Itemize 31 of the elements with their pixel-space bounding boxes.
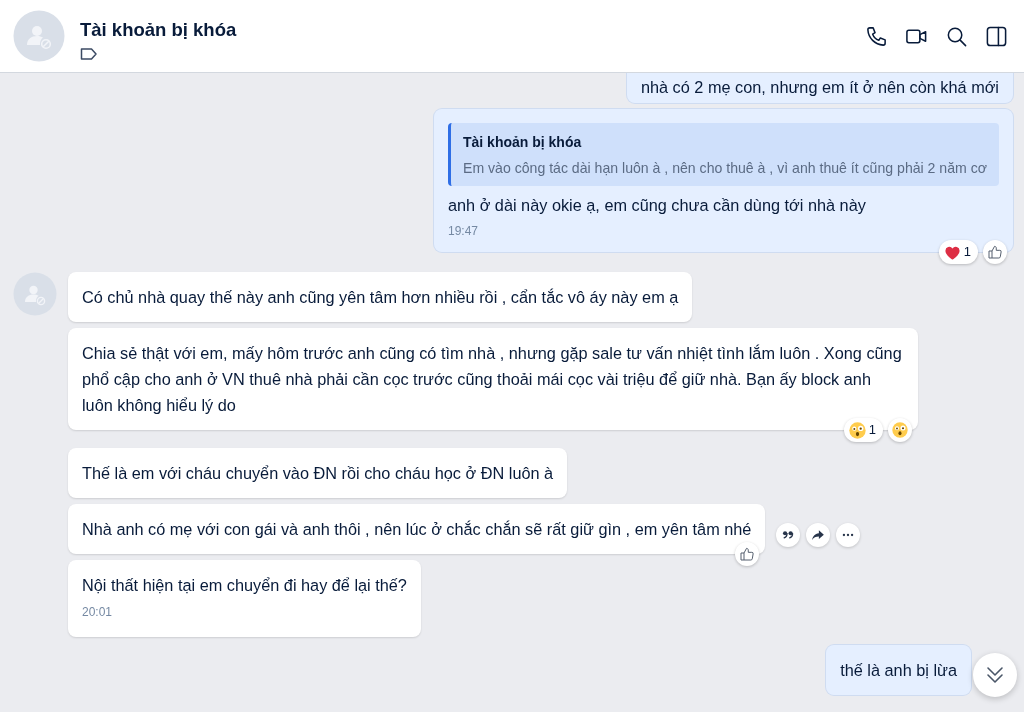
- message-text: Nội thất hiện tại em chuyển đi hay để lại thế?: [82, 575, 407, 596]
- share-button[interactable]: [806, 523, 831, 547]
- scroll-down-button[interactable]: [973, 653, 1017, 697]
- reaction-button[interactable]: 1: [843, 418, 883, 442]
- reaction-button[interactable]: 1: [938, 240, 978, 264]
- react-button[interactable]: [983, 240, 1007, 264]
- reply-button[interactable]: [776, 523, 801, 547]
- message-text: Có chủ nhà quay thế này anh cũng yên tâm hơn nhiều rồi , cẩn tắc vô áy này em ạ: [82, 287, 679, 308]
- message-time: 19:47: [448, 223, 479, 240]
- quote-author: Tài khoản bị khóa: [463, 133, 583, 152]
- message-text: anh ở dài này okie ạ, em cũng chưa cần dùng tới nhà này: [448, 195, 867, 216]
- message-text: Nhà anh có mẹ với con gái và anh thôi , nên lúc ở chắc chắn sẽ rất giữ gìn , em yên tâm nhé: [82, 519, 752, 540]
- surprised-face-icon: [892, 422, 908, 438]
- thumbs-up-icon: [987, 244, 1003, 260]
- message-text: Thế là em với cháu chuyển vào ĐN rồi cho cháu học ở ĐN luôn à: [82, 463, 554, 484]
- thumbs-up-icon: [739, 546, 756, 562]
- message-time: 20:01: [82, 604, 114, 621]
- surprised-face-icon: [848, 421, 866, 439]
- contact-name: Tài khoản bị khóa: [80, 17, 237, 42]
- react-button[interactable]: [888, 418, 912, 442]
- message-text: Chia sẻ thật với em, mấy hôm trước anh cũng có tìm nhà , nhưng gặp sale tư vấn nhiệt tình lắm luôn . Xong cũng phổ cập cho anh ở VN thuê nhà phải cần cọc trước cũng thoải mái cọc vài triệu để giữ nhà. Bạn ấy block anh luôn không hiểu lý do: [82, 343, 903, 416]
- share-arrow-icon: [811, 528, 826, 542]
- react-button[interactable]: [735, 542, 760, 566]
- message-text: thế là anh bị lừa: [840, 660, 957, 681]
- quoted-message[interactable]: Tài khoản bị khóa Em vào công tác dài hạn luôn à , nên cho thuê à , vì anh thuê ít cũng phải 2 năm cơ: [448, 123, 999, 186]
- tag-icon[interactable]: [80, 46, 98, 61]
- quote-icon: [781, 528, 796, 542]
- quote-text: Em vào công tác dài hạn luôn à , nên cho thuê à , vì anh thuê ít cũng phải 2 năm cơ: [463, 159, 987, 178]
- message-text: nhà có 2 mẹ con, nhưng em ít ở nên còn khá mới: [640, 77, 999, 98]
- side-panel-icon: [984, 24, 1008, 48]
- phone-icon: [864, 24, 888, 48]
